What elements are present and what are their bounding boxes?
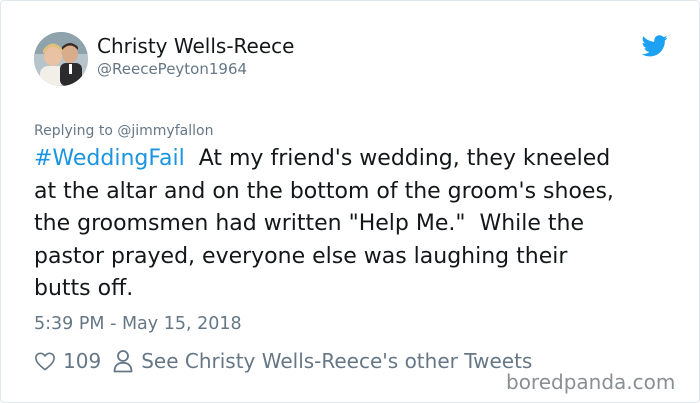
replying-to[interactable]: Replying to @jimmyfallon [34, 122, 213, 140]
tweet-timestamp[interactable]: 5:39 PM - May 15, 2018 [34, 313, 242, 335]
tweet-line-1-text: At my friend's wedding, they kneeled [184, 146, 611, 171]
author-name[interactable]: Christy Wells-Reece [97, 33, 294, 59]
hashtag-link[interactable]: #WeddingFail [34, 146, 185, 171]
tweet-line-5: butts off. [34, 276, 134, 301]
twitter-bird-icon[interactable] [641, 35, 668, 57]
heart-icon[interactable] [34, 351, 56, 371]
see-other-tweets-link[interactable]: See Christy Wells-Reece's other Tweets [141, 349, 532, 373]
tweet-line-4: pastor prayed, everyone else was laughin… [34, 243, 568, 269]
boredpanda-watermark: boredpanda.com [506, 370, 676, 394]
avatar-image [34, 32, 88, 86]
like-count[interactable]: 109 [63, 349, 101, 373]
author-handle[interactable]: @ReecePeyton1964 [97, 60, 247, 78]
tweet-line-3: the groomsmen had written "Help Me." Whi… [34, 211, 585, 236]
tweet-actions: 109 See Christy Wells-Reece's other Twee… [34, 347, 532, 375]
tweet-line-2: at the altar and on the bottom of the gr… [34, 178, 614, 204]
tweet-line-1: #WeddingFail At my friend's wedding, the… [34, 143, 674, 176]
tweet-text: #WeddingFail At my friend's wedding, the… [34, 143, 674, 306]
tweet-card: Christy Wells-Reece @ReecePeyton1964 Rep… [0, 0, 700, 403]
avatar[interactable] [34, 32, 88, 86]
person-icon [113, 349, 133, 373]
